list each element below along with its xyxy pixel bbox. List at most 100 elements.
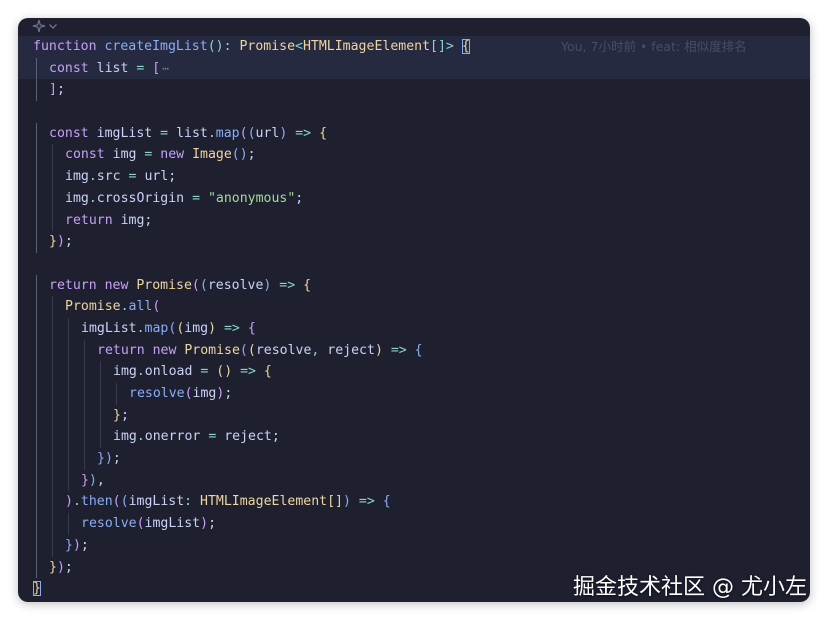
- code-token: HTMLImageElement: [200, 494, 328, 510]
- code-line[interactable]: img.crossOrigin = "anonymous";: [18, 187, 810, 210]
- code-token: }: [49, 559, 57, 575]
- code-token: =: [200, 364, 217, 380]
- indent-guide: [52, 426, 53, 449]
- code-line[interactable]: const list = [⋯: [18, 57, 810, 80]
- code-token: ): [56, 234, 65, 250]
- code-line[interactable]: }),: [18, 469, 810, 492]
- watermark: 掘金技术社区 @ 尤小左: [573, 575, 807, 600]
- code-token: ;: [271, 429, 280, 445]
- code-token: img: [113, 364, 137, 380]
- code-line[interactable]: img.src = url;: [18, 166, 810, 188]
- code-token: {: [414, 342, 423, 358]
- code-text: }),: [81, 470, 105, 492]
- code-token: ): [200, 516, 209, 532]
- code-token: list: [96, 60, 137, 76]
- code-token: reject: [224, 429, 272, 445]
- code-line[interactable]: function createImgList(): Promise<HTMLIm…: [18, 36, 810, 58]
- code-line[interactable]: [18, 101, 810, 123]
- code-text: return img;: [65, 210, 152, 232]
- code-token: .: [207, 125, 216, 141]
- code-token: ,: [311, 342, 328, 358]
- code-token: (): [231, 147, 248, 163]
- code-token: :: [184, 494, 201, 510]
- sparkle-icon[interactable]: [32, 19, 46, 36]
- code-token: ): [72, 537, 81, 553]
- fold-ellipsis-icon[interactable]: ⋯: [160, 62, 171, 75]
- code-line[interactable]: Promise.all(: [18, 296, 810, 318]
- indent-guide: [36, 339, 37, 362]
- code-text: });: [49, 231, 73, 253]
- code-line[interactable]: resolve(img);: [18, 383, 810, 405]
- code-text: resolve(imgList);: [81, 513, 216, 535]
- code-text: ];: [49, 79, 65, 101]
- code-line[interactable]: });: [18, 448, 810, 470]
- code-line[interactable]: });: [18, 231, 810, 253]
- code-token: ): [56, 559, 65, 575]
- code-text: const imgList = list.map((url) => {: [49, 123, 327, 145]
- code-token: const: [65, 147, 113, 163]
- code-line[interactable]: return img;: [18, 209, 810, 232]
- code-token: }: [65, 537, 73, 553]
- indent-guide: [36, 361, 37, 383]
- indent-guide: [36, 534, 37, 557]
- code-token: "anonymous": [207, 190, 296, 206]
- code-token: =>: [382, 342, 415, 358]
- code-text: img.src = url;: [65, 166, 176, 188]
- code-line[interactable]: return new Promise((resolve) => {: [18, 274, 810, 297]
- code-token: ): [104, 451, 113, 467]
- code-text: const img = new Image();: [65, 144, 256, 166]
- indent-guide: [100, 404, 101, 427]
- code-token: (: [199, 277, 208, 293]
- code-line[interactable]: ).then((imgList: HTMLImageElement[]) => …: [18, 491, 810, 514]
- code-line[interactable]: [18, 253, 810, 275]
- code-token: }: [49, 234, 57, 250]
- code-token: new: [160, 147, 193, 163]
- code-text: ).then((imgList: HTMLImageElement[]) => …: [65, 491, 391, 513]
- code-line[interactable]: });: [18, 534, 810, 557]
- code-token: ;: [224, 386, 233, 401]
- code-line[interactable]: img.onerror = reject;: [18, 426, 810, 449]
- indent-guide: [36, 166, 37, 188]
- chevron-down-icon[interactable]: [48, 21, 58, 34]
- code-token: onerror: [144, 429, 209, 445]
- code-token: ;: [295, 190, 304, 206]
- code-token: HTMLImageElement: [302, 39, 431, 54]
- indent-guide: [36, 513, 37, 535]
- code-token: img: [184, 320, 209, 336]
- indent-guide: [36, 187, 37, 210]
- code-token: {: [461, 39, 470, 54]
- code-token: url: [255, 125, 280, 141]
- code-token: .: [136, 429, 145, 445]
- code-token: (: [239, 342, 248, 358]
- code-token: (: [239, 125, 248, 141]
- code-line[interactable]: const img = new Image();: [18, 144, 810, 167]
- code-token: resolve: [207, 277, 264, 293]
- code-token: const: [49, 125, 97, 141]
- indent-guide: [36, 209, 37, 232]
- code-token: Image: [192, 147, 232, 163]
- code-area[interactable]: function createImgList(): Promise<HTMLIm…: [18, 36, 810, 600]
- code-line[interactable]: img.onload = () => {: [18, 361, 810, 383]
- code-token: ;: [112, 451, 121, 467]
- code-line[interactable]: return new Promise((resolve, reject) => …: [18, 339, 810, 362]
- indent-guide: [52, 361, 53, 383]
- code-token: =: [144, 147, 161, 163]
- code-text: Promise.all(: [65, 296, 160, 318]
- code-token: new: [152, 342, 185, 358]
- code-token: ;: [56, 82, 65, 98]
- code-token: ;: [64, 234, 73, 250]
- code-token: =: [136, 60, 153, 76]
- code-token: .: [136, 364, 145, 380]
- code-token: =>: [216, 320, 248, 336]
- code-token: [: [152, 60, 161, 76]
- code-token: ;: [80, 537, 89, 553]
- indent-guide: [68, 383, 69, 405]
- code-line[interactable]: };: [18, 404, 810, 427]
- code-line[interactable]: resolve(imgList);: [18, 513, 810, 535]
- indent-guide: [100, 426, 101, 449]
- top-icons[interactable]: [32, 19, 58, 35]
- code-line[interactable]: imgList.map((img) => {: [18, 317, 810, 340]
- code-line[interactable]: ];: [18, 79, 810, 102]
- code-line[interactable]: const imgList = list.map((url) => {: [18, 122, 810, 145]
- indent-guide: [84, 426, 85, 449]
